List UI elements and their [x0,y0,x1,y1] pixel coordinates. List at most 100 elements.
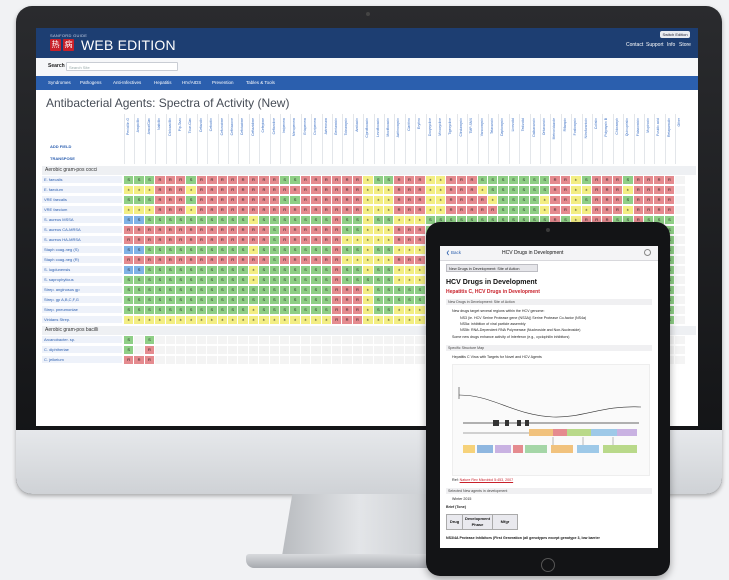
grid-cell[interactable] [415,336,426,344]
grid-cell[interactable]: ± [280,316,291,324]
grid-cell[interactable]: S [311,246,322,254]
grid-cell[interactable]: ± [144,316,156,324]
grid-cell[interactable]: R [165,206,176,214]
column-header[interactable]: Levofloxacin [373,114,383,164]
grid-cell[interactable]: R [124,226,135,234]
grid-cell[interactable] [300,336,312,344]
grid-cell[interactable]: S [134,176,145,184]
grid-cell[interactable]: S [124,176,135,184]
grid-cell[interactable]: R [165,176,176,184]
grid-cell[interactable]: ± [165,316,176,324]
grid-cell[interactable]: R [446,176,457,184]
grid-cell[interactable]: R [321,256,332,264]
grid-cell[interactable]: S [124,336,135,344]
grid-cell[interactable]: S [259,266,270,274]
grid-cell[interactable] [155,346,166,354]
grid-cell[interactable]: S [488,176,499,184]
grid-cell[interactable]: ± [124,206,135,214]
grid-cell[interactable]: S [352,226,364,234]
grid-cell[interactable]: R [633,186,644,194]
grid-cell[interactable]: R [228,256,239,264]
grid-cell[interactable]: S [196,306,208,314]
table-header-drug[interactable]: Drug [447,515,463,529]
grid-cell[interactable] [675,256,686,264]
grid-cell[interactable]: S [144,336,156,344]
grid-cell[interactable]: ± [363,256,374,264]
organism-link[interactable]: E. faecium [42,186,122,194]
grid-cell[interactable]: S [165,286,176,294]
grid-cell[interactable] [300,346,312,354]
grid-cell[interactable]: ± [363,316,374,324]
grid-cell[interactable]: R [196,176,208,184]
column-header[interactable]: Linezolid [508,114,518,164]
grid-cell[interactable]: R [248,206,260,214]
grid-cell[interactable]: ± [342,236,353,244]
column-header[interactable]: Fidaxomicin [633,114,643,164]
grid-cell[interactable] [404,356,416,364]
grid-cell[interactable]: S [280,306,291,314]
grid-cell[interactable]: R [144,346,156,354]
grid-cell[interactable]: S [311,306,322,314]
grid-cell[interactable]: ± [363,296,374,304]
grid-cell[interactable]: ± [394,246,405,254]
grid-cell[interactable]: ± [373,316,384,324]
grid-cell[interactable]: R [300,206,312,214]
grid-cell[interactable] [196,346,208,354]
grid-cell[interactable]: S [196,286,208,294]
column-header[interactable]: Fosfomycin [571,114,580,164]
grid-cell[interactable]: R [644,176,655,184]
grid-cell[interactable]: ± [124,186,135,194]
grid-cell[interactable]: S [508,206,520,214]
grid-cell[interactable]: ± [394,306,405,314]
grid-cell[interactable]: S [155,286,166,294]
grid-cell[interactable] [675,176,686,184]
grid-cell[interactable]: ± [581,206,592,214]
nav-pathogens[interactable]: Pathogens [80,80,102,85]
grid-cell[interactable]: S [228,306,239,314]
column-header[interactable]: Dalbavancin [529,114,539,164]
column-header[interactable]: Rifampin [560,114,570,164]
grid-cell[interactable]: S [217,286,228,294]
grid-cell[interactable]: S [134,196,145,204]
grid-cell[interactable]: S [498,176,509,184]
grid-cell[interactable]: R [321,206,332,214]
grid-cell[interactable] [675,286,686,294]
grid-cell[interactable]: R [321,226,332,234]
grid-cell[interactable]: R [644,196,655,204]
grid-cell[interactable]: S [155,306,166,314]
grid-cell[interactable]: ± [394,266,405,274]
grid-cell[interactable]: S [508,196,520,204]
grid-cell[interactable]: S [394,296,405,304]
grid-cell[interactable]: R [207,196,218,204]
column-header[interactable]: Ceftaroline [269,114,279,164]
grid-cell[interactable]: R [238,186,249,194]
grid-cell[interactable]: S [217,296,228,304]
grid-cell[interactable]: R [592,186,603,194]
grid-cell[interactable]: S [228,246,239,254]
grid-cell[interactable]: R [394,206,405,214]
grid-cell[interactable]: ± [540,206,551,214]
column-header[interactable]: Metronidazole [550,114,559,164]
grid-cell[interactable]: ± [436,186,447,194]
grid-cell[interactable]: S [176,216,187,224]
column-header[interactable]: Cefuroxime [217,114,227,164]
grid-cell[interactable]: R [176,186,187,194]
column-header[interactable]: Ceftriaxone [228,114,237,164]
grid-cell[interactable] [675,186,686,194]
grid-cell[interactable] [394,336,405,344]
grid-cell[interactable]: ± [571,206,582,214]
grid-cell[interactable]: ± [248,276,260,284]
grid-cell[interactable] [155,356,166,364]
grid-cell[interactable]: S [238,306,249,314]
grid-cell[interactable]: ± [415,216,426,224]
grid-cell[interactable]: S [155,216,166,224]
grid-cell[interactable]: S [176,296,187,304]
grid-cell[interactable] [228,336,239,344]
grid-cell[interactable]: R [633,176,644,184]
grid-cell[interactable]: S [155,266,166,274]
column-header[interactable]: Moxifloxacin [384,114,393,164]
organism-link[interactable]: Viridans Strep. [42,316,122,324]
column-header[interactable]: Ertapenem [300,114,310,164]
nav-syndromes[interactable]: Syndromes [48,80,71,85]
grid-cell[interactable] [675,306,686,314]
